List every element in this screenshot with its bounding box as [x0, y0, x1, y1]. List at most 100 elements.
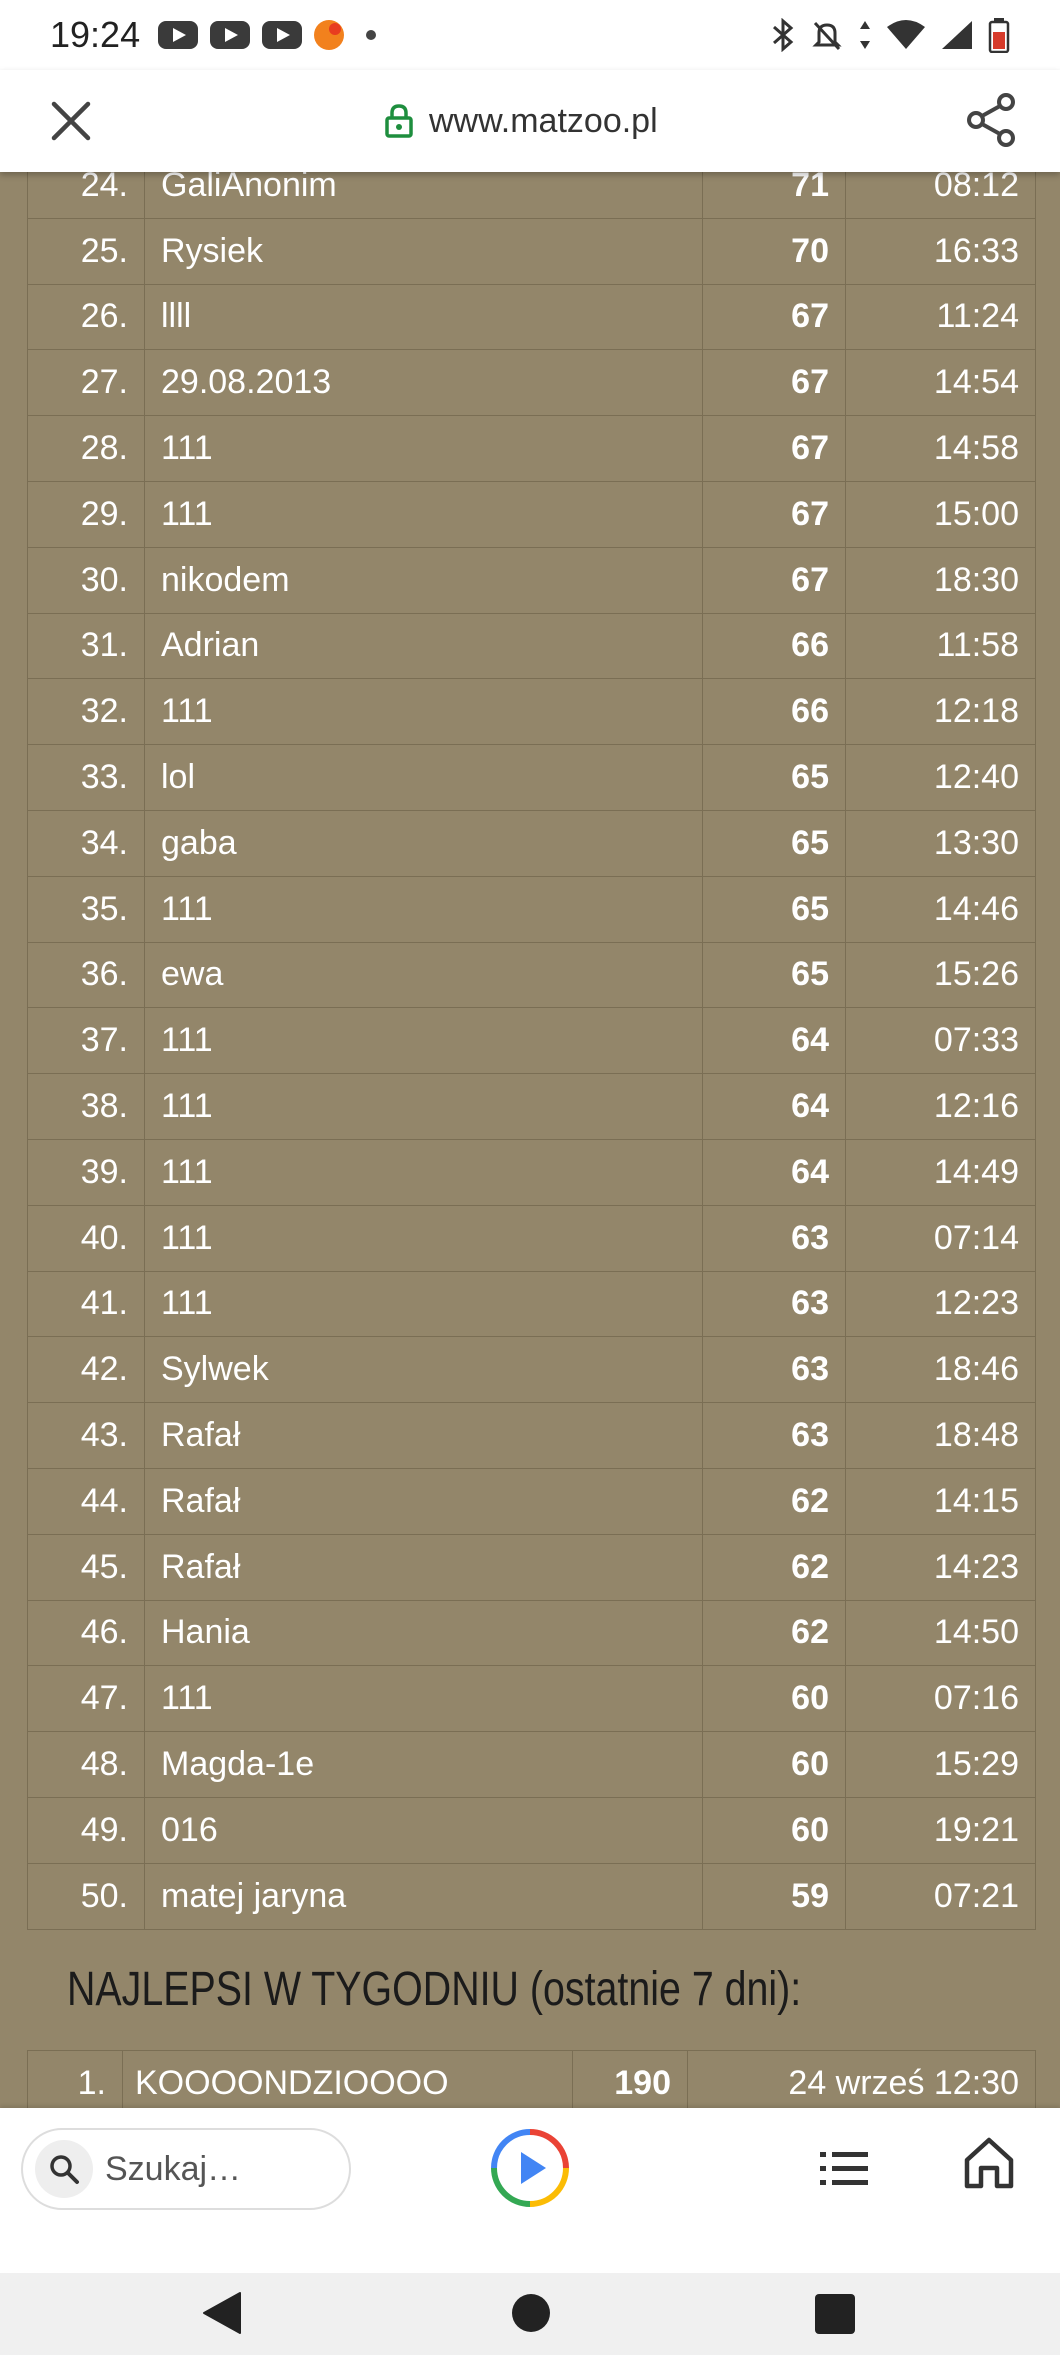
name-cell: Hania: [144, 1599, 703, 1667]
bluetooth-icon: [773, 18, 794, 52]
table-row: 26. llll 67 11:24: [27, 283, 1036, 351]
score-cell: 66: [702, 678, 846, 746]
score-cell: 62: [702, 1467, 846, 1535]
time-cell: 07:14: [845, 1204, 1036, 1272]
share-icon[interactable]: [964, 92, 1020, 148]
name-cell: Rysiek: [144, 217, 703, 285]
rank-cell: 28.: [27, 415, 145, 482]
time-cell: 12:40: [845, 744, 1036, 811]
score-cell: 65: [702, 941, 846, 1009]
name-cell: nikodem: [144, 546, 703, 614]
score-cell: 70: [702, 217, 846, 285]
rank-cell: 37.: [27, 1007, 145, 1075]
status-bar: 19:24: [0, 0, 1060, 70]
time-cell: 14:23: [845, 1533, 1036, 1601]
search-input[interactable]: Szukaj…: [21, 2128, 351, 2210]
name-cell: ewa: [144, 941, 703, 1009]
time-cell: 14:58: [845, 415, 1036, 482]
name-cell: 111: [144, 678, 703, 746]
name-cell: 111: [144, 415, 703, 482]
rank-cell: 24.: [27, 172, 145, 219]
name-cell: 111: [144, 1665, 703, 1733]
score-cell: 65: [702, 744, 846, 811]
time-cell: 18:48: [845, 1402, 1036, 1469]
name-cell: Rafał: [144, 1402, 703, 1469]
system-icons: [770, 17, 1010, 53]
name-cell: matej jaryna: [144, 1862, 703, 1930]
score-cell: 64: [702, 1073, 846, 1140]
table-row: 29. 111 67 15:00: [27, 480, 1036, 548]
score-cell: 65: [702, 809, 846, 877]
time-cell: 12:23: [845, 1270, 1036, 1338]
score-cell: 71: [702, 172, 846, 219]
table-row: 46. Hania 62 14:50: [27, 1599, 1036, 1667]
time-cell: 12:16: [845, 1073, 1036, 1140]
table-row: 39. 111 64 14:49: [27, 1138, 1036, 1206]
time-cell: 13:30: [845, 809, 1036, 877]
name-cell: GaliAnonim: [144, 172, 703, 219]
time-cell: 15:00: [845, 480, 1036, 548]
score-cell: 67: [702, 480, 846, 548]
name-cell: 111: [144, 1138, 703, 1206]
play-icon[interactable]: [490, 2128, 570, 2208]
rank-cell: 40.: [27, 1204, 145, 1272]
home-nav-icon[interactable]: [512, 2294, 550, 2332]
search-placeholder: Szukaj…: [105, 2149, 242, 2188]
close-icon[interactable]: [48, 98, 94, 144]
score-cell: 63: [702, 1402, 846, 1469]
url-display[interactable]: www.matzoo.pl: [385, 98, 658, 144]
leaderboard-table: 24. GaliAnonim 71 08:12 25. Rysiek 70 16:33 26. l…: [27, 172, 1036, 1930]
back-icon[interactable]: [200, 2291, 242, 2335]
rank-cell: 46.: [27, 1599, 145, 1667]
time-cell: 18:46: [845, 1336, 1036, 1404]
rank-cell: 34.: [27, 809, 145, 877]
score-cell: 65: [702, 875, 846, 943]
name-cell: 111: [144, 1007, 703, 1075]
score-cell: 67: [702, 546, 846, 614]
list-icon[interactable]: [818, 2146, 870, 2192]
rank-cell: 43.: [27, 1402, 145, 1469]
data-arrows-icon: [860, 21, 870, 49]
rank-cell: 1.: [27, 2050, 123, 2108]
table-row: 45. Rafał 62 14:23: [27, 1533, 1036, 1601]
system-navigation-bar: [0, 2273, 1060, 2355]
name-cell: Rafał: [144, 1467, 703, 1535]
rank-cell: 50.: [27, 1862, 145, 1930]
home-icon[interactable]: [963, 2136, 1015, 2190]
table-row: 30. nikodem 67 18:30: [27, 546, 1036, 614]
score-cell: 63: [702, 1270, 846, 1338]
name-cell: 111: [144, 875, 703, 943]
recent-apps-icon[interactable]: [815, 2294, 855, 2334]
table-row: 32. 111 66 12:18: [27, 678, 1036, 746]
battery-icon: [988, 18, 1010, 53]
name-cell: 29.08.2013: [144, 349, 703, 417]
table-row: 28. 111 67 14:58: [27, 415, 1036, 482]
browser-toolbar: www.matzoo.pl: [0, 70, 1060, 172]
weekly-heading: NAJLEPSI W TYGODNIU (ostatnie 7 dni):: [67, 1963, 802, 2016]
youtube-icon: [262, 21, 303, 49]
score-cell: 60: [702, 1796, 846, 1864]
mute-icon: [812, 21, 842, 51]
name-cell: 111: [144, 1270, 703, 1338]
table-row: 48. Magda-1e 60 15:29: [27, 1731, 1036, 1798]
time-cell: 14:50: [845, 1599, 1036, 1667]
signal-icon: [942, 21, 972, 49]
score-cell: 190: [572, 2050, 688, 2108]
name-cell: Rafał: [144, 1533, 703, 1601]
time-cell: 14:54: [845, 349, 1036, 417]
notification-icons: [158, 20, 377, 50]
rank-cell: 38.: [27, 1073, 145, 1140]
table-row: 36. ewa 65 15:26: [27, 941, 1036, 1009]
table-row: 33. lol 65 12:40: [27, 744, 1036, 811]
score-cell: 63: [702, 1336, 846, 1404]
score-cell: 63: [702, 1204, 846, 1272]
score-cell: 67: [702, 349, 846, 417]
time-cell: 18:30: [845, 546, 1036, 614]
rank-cell: 44.: [27, 1467, 145, 1535]
score-cell: 62: [702, 1533, 846, 1601]
time-cell: 07:16: [845, 1665, 1036, 1733]
url-text: www.matzoo.pl: [429, 101, 658, 140]
rank-cell: 33.: [27, 744, 145, 811]
time-cell: 11:58: [845, 612, 1036, 680]
rank-cell: 39.: [27, 1138, 145, 1206]
